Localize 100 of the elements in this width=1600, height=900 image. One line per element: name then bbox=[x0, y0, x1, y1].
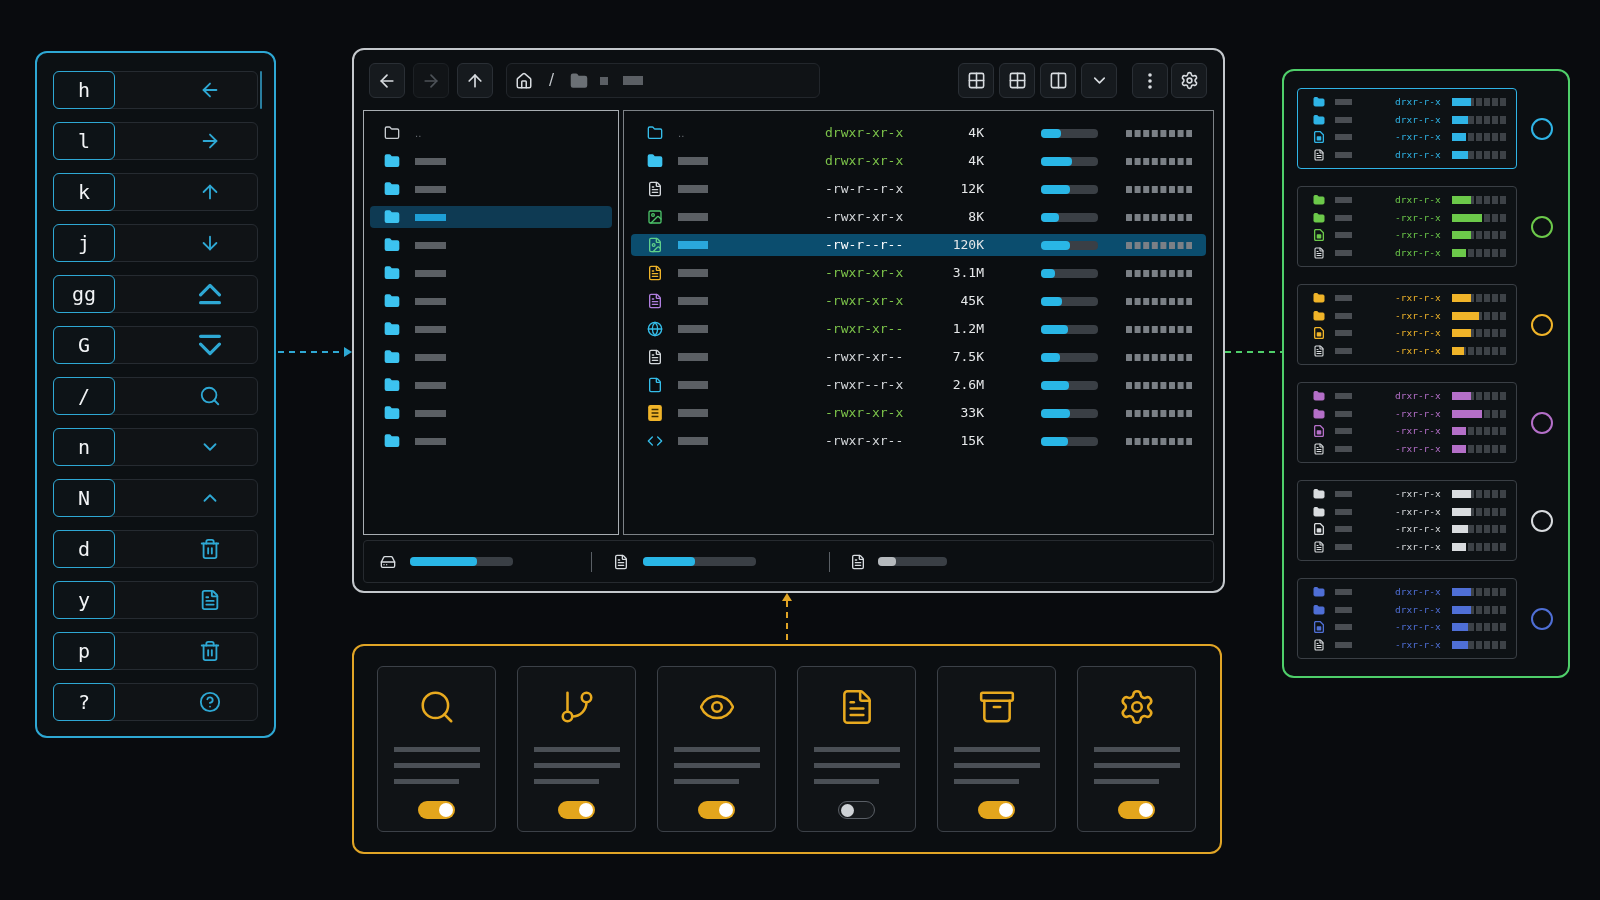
scrollbar-thumb[interactable] bbox=[260, 71, 262, 109]
preview-permissions: -rxr-r-x bbox=[1395, 505, 1441, 518]
toggle-switch[interactable] bbox=[1118, 801, 1155, 819]
toggle-switch[interactable] bbox=[558, 801, 595, 819]
preview-card[interactable]: -rxr-r-x -rxr-r-x -rxr-r-x -rxr-r-x bbox=[1297, 480, 1517, 561]
chevron-up-line-icon bbox=[199, 283, 221, 305]
home-icon[interactable] bbox=[515, 71, 533, 90]
file-row[interactable]: drwxr-xr-x 4K bbox=[631, 150, 1206, 172]
tree-item[interactable] bbox=[370, 206, 612, 228]
preview-permissions: drxr-r-x bbox=[1395, 113, 1441, 126]
more-button[interactable] bbox=[1132, 63, 1168, 98]
folder-icon bbox=[384, 237, 400, 253]
folder-outline-icon bbox=[384, 125, 400, 141]
help-icon bbox=[199, 691, 221, 713]
file-permissions: -rwxr-xr-- bbox=[825, 321, 904, 337]
grid-view-button[interactable] bbox=[999, 63, 1035, 98]
file-icon bbox=[1313, 621, 1325, 633]
folder-icon bbox=[1313, 113, 1325, 126]
folder-icon bbox=[1313, 505, 1325, 518]
square-dots-icon bbox=[1126, 241, 1192, 249]
file-row[interactable]: -rwxr-xr-x 8K bbox=[631, 206, 1206, 228]
file-size: 45K bbox=[960, 292, 984, 311]
square-dots-icon bbox=[1126, 213, 1192, 221]
square-dots-icon bbox=[1126, 353, 1192, 361]
file-row[interactable]: -rwxr-xr-- 7.5K bbox=[631, 346, 1206, 368]
grid-icon bbox=[966, 71, 986, 90]
keycap: h bbox=[53, 71, 115, 109]
preview-permissions: drxr-r-x bbox=[1395, 194, 1441, 206]
toggle-switch[interactable] bbox=[838, 801, 875, 819]
toggle-switch[interactable] bbox=[978, 801, 1015, 819]
folder-icon bbox=[1313, 96, 1325, 108]
square-dots-icon bbox=[1126, 325, 1192, 333]
document-icon bbox=[1313, 442, 1325, 455]
keycap: k bbox=[53, 173, 115, 211]
settings-button[interactable] bbox=[1171, 63, 1207, 98]
preview-card[interactable]: drxr-r-x drxr-r-x -rxr-r-x -rxr-r-x bbox=[1297, 578, 1517, 659]
file-size: 120K bbox=[952, 236, 984, 255]
file-row[interactable]: -rw-r--r-x 12K bbox=[631, 178, 1206, 200]
file-row[interactable]: -rw-r--r-- 120K bbox=[631, 234, 1206, 256]
file-row[interactable]: -rwxr-xr-x 45K bbox=[631, 290, 1206, 312]
file-row[interactable]: -rwxr-xr-- 1.2M bbox=[631, 318, 1206, 340]
document-icon bbox=[1313, 148, 1325, 161]
file-row[interactable]: -rwxr-xr-x 3.1M bbox=[631, 262, 1206, 284]
preview-permissions: -rxr-r-x bbox=[1395, 523, 1441, 535]
folder-icon bbox=[384, 265, 400, 281]
document-icon bbox=[647, 349, 663, 365]
small-square-icon bbox=[600, 76, 609, 85]
folder-icon bbox=[1313, 292, 1325, 304]
folder-icon bbox=[1313, 603, 1325, 616]
preview-card[interactable]: drxr-r-x drxr-r-x -rxr-r-x drxr-r-x bbox=[1297, 88, 1517, 169]
toggle-switch[interactable] bbox=[698, 801, 735, 819]
keycap: p bbox=[53, 632, 115, 670]
grid-icon bbox=[1007, 71, 1027, 90]
preview-permissions: drxr-r-x bbox=[1395, 148, 1441, 161]
folder-icon bbox=[647, 153, 663, 169]
keycap: d bbox=[53, 530, 115, 568]
split-view-button[interactable] bbox=[1040, 63, 1076, 98]
preview-permissions: -rxr-r-x bbox=[1395, 344, 1441, 357]
grid-view-button[interactable] bbox=[958, 63, 994, 98]
file-size: 4K bbox=[968, 124, 984, 143]
preview-permissions: -rxr-r-x bbox=[1395, 292, 1441, 304]
folder-icon bbox=[1313, 586, 1325, 598]
square-dots-icon bbox=[1126, 437, 1192, 445]
preview-permissions: -rxr-r-x bbox=[1395, 327, 1441, 339]
file-row[interactable]: -rwxr-xr-- 15K bbox=[631, 430, 1206, 452]
preview-permissions: drxr-r-x bbox=[1395, 246, 1441, 259]
file-size: 12K bbox=[960, 180, 984, 199]
toggle-switch[interactable] bbox=[418, 801, 455, 819]
file-permissions: -rwxr--r-x bbox=[825, 377, 904, 393]
square-dots-icon bbox=[1126, 269, 1192, 277]
document-icon bbox=[647, 265, 663, 281]
file-icon bbox=[1313, 425, 1325, 437]
dropdown-button[interactable] bbox=[1081, 63, 1117, 98]
preview-card[interactable]: drxr-r-x -rxr-r-x -rxr-r-x drxr-r-x bbox=[1297, 186, 1517, 267]
file-row[interactable]: .. drwxr-xr-x 4K bbox=[631, 122, 1206, 144]
folder-icon bbox=[384, 349, 400, 365]
document-icon bbox=[1313, 246, 1325, 259]
folder-icon bbox=[384, 181, 400, 197]
trash-icon bbox=[199, 640, 221, 662]
preview-permissions: -rxr-r-x bbox=[1395, 425, 1441, 437]
folder-icon[interactable] bbox=[570, 71, 589, 90]
up-button[interactable] bbox=[457, 63, 493, 98]
file-row[interactable]: -rwxr-xr-x 33K bbox=[631, 402, 1206, 424]
file-permissions: -rwxr-xr-x bbox=[825, 209, 904, 225]
file-size: 1.2M bbox=[952, 320, 984, 339]
back-button[interactable] bbox=[369, 63, 405, 98]
preview-card[interactable]: -rxr-r-x -rxr-r-x -rxr-r-x -rxr-r-x bbox=[1297, 284, 1517, 365]
code-icon bbox=[647, 433, 663, 449]
chevron-down-line-icon bbox=[199, 334, 221, 356]
tree-item[interactable]: .. bbox=[370, 122, 612, 144]
file-permissions: -rw-r--r-- bbox=[825, 237, 904, 253]
folder-icon bbox=[384, 321, 400, 337]
preview-permissions: -rxr-r-x bbox=[1395, 540, 1441, 553]
preview-permissions: -rxr-r-x bbox=[1395, 407, 1441, 420]
preview-card[interactable]: drxr-r-x -rxr-r-x -rxr-r-x -rxr-r-x bbox=[1297, 382, 1517, 463]
folder-icon bbox=[384, 293, 400, 309]
file-row[interactable]: -rwxr--r-x 2.6M bbox=[631, 374, 1206, 396]
file-permissions: -rwxr-xr-- bbox=[825, 349, 904, 365]
keycap: G bbox=[53, 326, 115, 364]
document-icon bbox=[647, 181, 663, 197]
